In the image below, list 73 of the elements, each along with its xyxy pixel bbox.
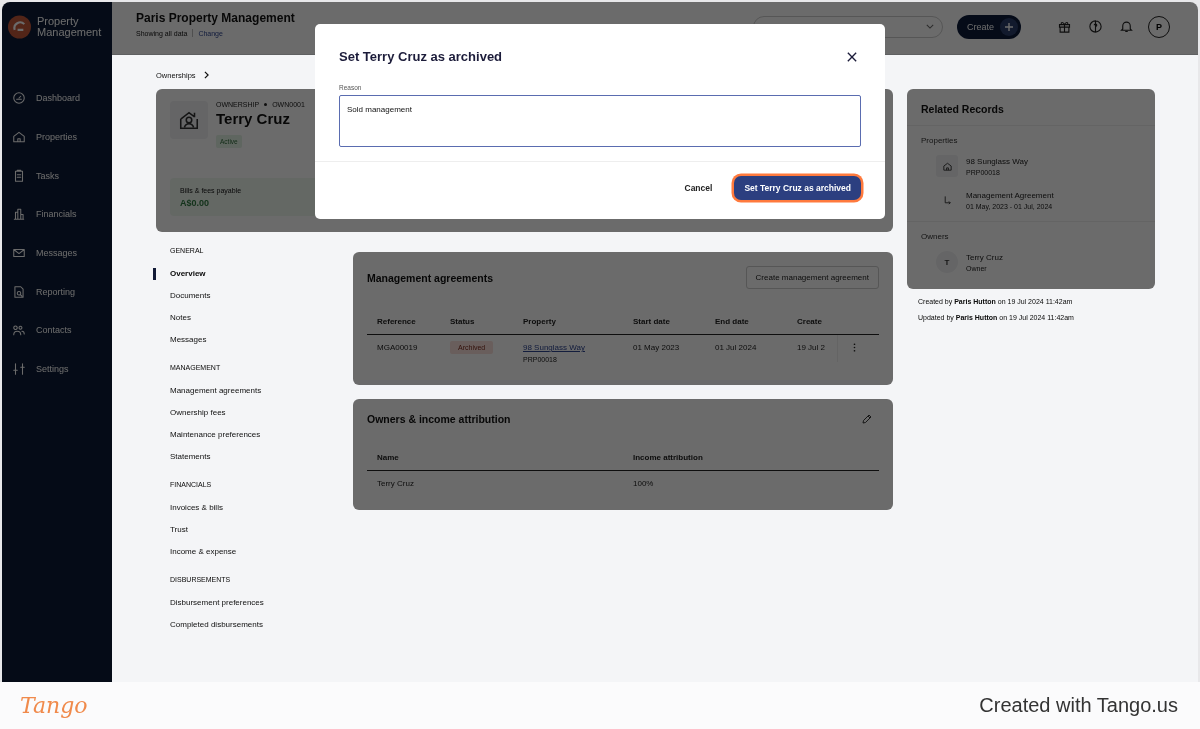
sidebar-item[interactable]: Tasks	[2, 156, 112, 196]
edit-icon[interactable]	[861, 413, 873, 425]
nav-icon	[12, 130, 26, 145]
table-cell-text: 01 May 2023	[632, 342, 681, 354]
more-icon[interactable]	[853, 343, 856, 352]
related-record-link[interactable]: Terry Cruz	[966, 252, 1003, 262]
brand-name: Property Management	[37, 16, 103, 38]
section-nav-item[interactable]: Completed disbursements	[153, 614, 353, 636]
house-icon	[941, 160, 953, 172]
related-record-link[interactable]: Management Agreement	[966, 190, 1054, 200]
card-title: Related Records	[907, 89, 1155, 126]
plus-icon	[1004, 21, 1014, 32]
gift-icon[interactable]	[1057, 19, 1072, 34]
sidebar-item[interactable]: Reporting	[2, 272, 112, 312]
nav-icon	[12, 284, 26, 299]
cancel-button[interactable]: Cancel	[678, 182, 719, 194]
sidebar-item[interactable]: Settings	[2, 349, 112, 389]
organization-title: Paris Property Management	[136, 11, 295, 25]
section-nav-item[interactable]: Management agreements	[153, 380, 353, 402]
card-title: Management agreements	[367, 271, 494, 284]
section-heading: Properties	[921, 136, 959, 145]
balance-value: A$0.00	[180, 197, 211, 208]
footer-text: Created with Tango.us	[979, 694, 1178, 717]
sidebar-item[interactable]: Messages	[2, 233, 112, 273]
house-person-icon	[178, 109, 200, 131]
confirm-archive-button[interactable]: Set Terry Cruz as archived	[734, 176, 861, 200]
related-record-link[interactable]: 98 Sunglass Way	[966, 156, 1028, 166]
ownership-name: Terry Cruz	[216, 110, 291, 127]
column-header: Income attribution	[632, 452, 704, 464]
nav-icon	[12, 362, 26, 377]
section-nav-item[interactable]: Statements	[153, 446, 353, 468]
table-cell-text: MGA00019	[376, 342, 419, 354]
section-nav-item[interactable]: Documents	[153, 285, 353, 307]
section-nav-item[interactable]: Trust	[153, 519, 353, 541]
section-nav-item[interactable]: Messages	[153, 329, 353, 351]
create-button[interactable]: Create	[957, 14, 1021, 39]
table-cell-text: 01 Jul 2024	[714, 342, 758, 354]
logo-icon	[8, 15, 31, 39]
card-title: Owners & income attribution	[367, 413, 511, 425]
section-nav-item[interactable]: Ownership fees	[153, 402, 353, 424]
column-header: End date	[714, 316, 750, 328]
nav-icon	[12, 91, 26, 106]
sidebar-item[interactable]: Dashboard	[2, 79, 112, 118]
sidebar-item[interactable]: Properties	[2, 117, 112, 157]
dialog-title: Set Terry Cruz as archived	[339, 49, 503, 64]
column-header: Reference	[376, 316, 417, 328]
close-icon[interactable]	[847, 51, 857, 62]
section-nav-item[interactable]: Income & expense	[153, 541, 353, 563]
reason-field[interactable]: Sold management	[339, 95, 861, 147]
section-nav-item[interactable]: Maintenance preferences	[153, 424, 353, 446]
column-header: Create	[796, 316, 823, 328]
section-nav-item[interactable]: Notes	[153, 307, 353, 329]
chevron-icon	[926, 24, 934, 29]
section-nav-item[interactable]: Disbursement preferences	[153, 592, 353, 614]
column-header: Start date	[632, 316, 671, 328]
column-header: Property	[522, 316, 557, 328]
sidebar-item[interactable]: Contacts	[2, 311, 112, 350]
nav-icon	[12, 207, 26, 222]
owner-avatar: T	[936, 251, 958, 273]
column-header: Name	[376, 452, 400, 464]
table-cell-text: 100%	[632, 478, 655, 490]
tango-logo: Tango	[20, 693, 88, 718]
section-nav-item[interactable]: Invoices & bills	[153, 497, 353, 519]
table-cell-text: Terry Cruz	[376, 478, 415, 490]
notification-icon[interactable]	[1119, 19, 1134, 34]
nav-icon	[12, 168, 26, 183]
sidebar-item[interactable]: Financials	[2, 195, 112, 234]
create-agreement-button[interactable]: Create management agreement	[745, 266, 879, 289]
section-heading: Owners	[921, 232, 950, 241]
table-cell-text: 19 Jul 2	[796, 342, 827, 354]
column-header: Status	[449, 316, 476, 328]
chevron-icon	[203, 71, 209, 79]
nav-icon	[12, 323, 26, 338]
